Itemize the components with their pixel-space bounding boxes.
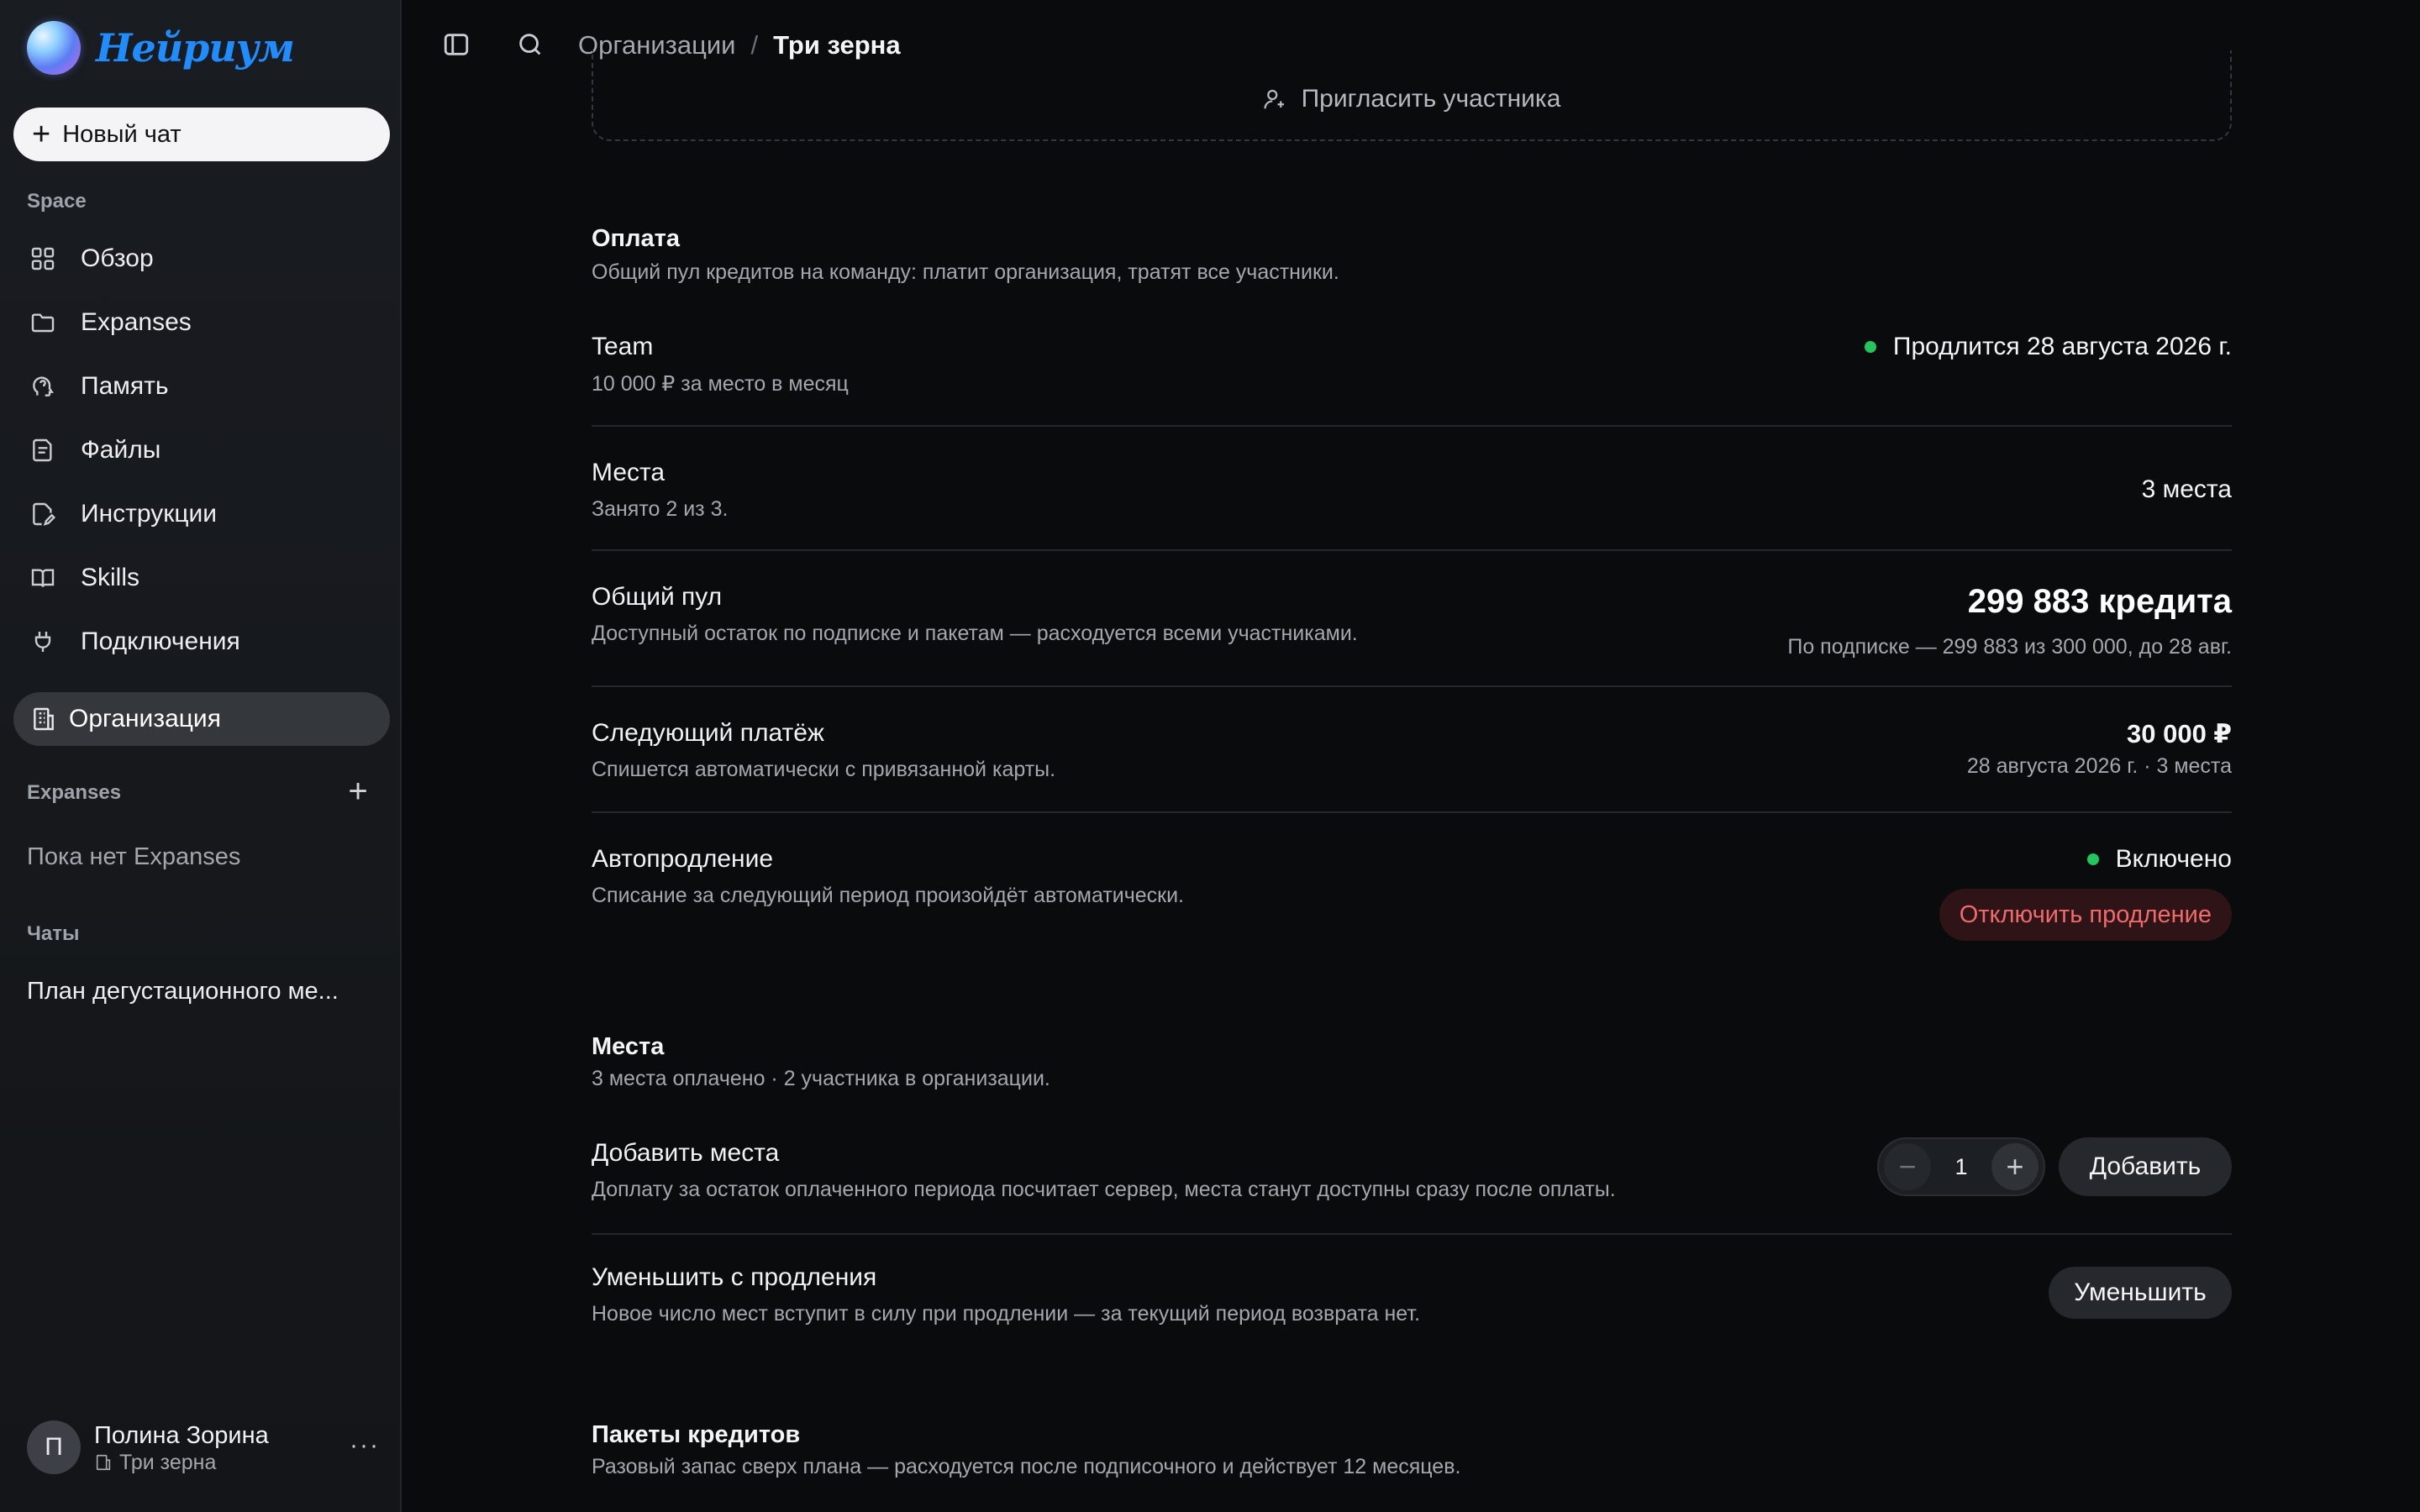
sidebar-item-connections[interactable]: Подключения (27, 617, 380, 667)
avatar: П (27, 1420, 81, 1474)
sidebar-item-memory[interactable]: Память (27, 361, 380, 412)
sidebar-item-overview[interactable]: Обзор (27, 234, 380, 284)
divider (592, 685, 2232, 687)
next-payment-title: Следующий платёж (592, 719, 825, 747)
seats-count: 3 места (2141, 475, 2232, 503)
packages-title: Пакеты кредитов (592, 1421, 801, 1448)
sidebar: Нейриум + Новый чат Space Обзор Expanses… (0, 0, 402, 1512)
plan-price: 10 000 ₽ за место в месяц (592, 372, 849, 396)
quantity-value[interactable]: 1 (1954, 1154, 1967, 1180)
user-name: Полина Зорина (94, 1421, 269, 1449)
next-payment-amount: 30 000 ₽ (2127, 719, 2232, 748)
plug-icon (27, 626, 59, 658)
more-options-icon[interactable]: ··· (350, 1431, 380, 1460)
main-content: Пригласить участника Оплата Общий пул кр… (592, 0, 2232, 1512)
invite-member-button[interactable]: Пригласить участника (592, 50, 2232, 141)
next-payment-note: 28 августа 2026 г. · 3 места (1966, 754, 2232, 778)
user-org-label: Три зерна (119, 1450, 217, 1474)
disable-renewal-button[interactable]: Отключить продление (1939, 889, 2232, 941)
sidebar-item-organization[interactable]: Организация (13, 692, 390, 746)
seats-section-subtitle: 3 места оплачено · 2 участника в организ… (592, 1067, 1050, 1090)
pool-credits: 299 883 кредита (1967, 583, 2232, 620)
sidebar-item-label: Skills (81, 564, 140, 591)
sidebar-item-files[interactable]: Файлы (27, 425, 380, 475)
autorenew-title: Автопродление (592, 845, 774, 873)
disable-renewal-wrap: Отключить продление (1939, 889, 2232, 941)
file-icon (27, 434, 59, 466)
sidebar-item-instructions[interactable]: Инструкции (27, 489, 380, 539)
new-chat-label: Новый чат (62, 120, 182, 148)
quantity-stepper: − 1 + (1877, 1137, 2045, 1196)
app-logo[interactable]: Нейриум (27, 20, 295, 76)
packages-subtitle: Разовый запас сверх плана — расходуется … (592, 1455, 1461, 1478)
payment-title: Оплата (592, 225, 680, 252)
seats-title: Места (592, 459, 666, 486)
next-payment-subtitle: Спишется автоматически с привязанной кар… (592, 758, 1056, 781)
decrement-button[interactable]: − (1884, 1143, 1931, 1190)
book-icon (27, 562, 59, 594)
building-icon (96, 1454, 111, 1471)
plan-status-text: Продлится 28 августа 2026 г. (1892, 333, 2232, 360)
sidebar-item-label: Обзор (81, 244, 154, 272)
autorenew-status: Включено (2086, 845, 2232, 874)
user-profile[interactable]: П Полина Зорина Три зерна ··· (27, 1420, 380, 1475)
add-user-icon (1263, 89, 1284, 109)
pool-title: Общий пул (592, 583, 723, 611)
add-seats-subtitle: Доплату за остаток оплаченного периода п… (592, 1178, 1616, 1201)
add-seats-title: Добавить места (592, 1139, 780, 1167)
add-seats-button[interactable]: Добавить (2059, 1137, 2232, 1196)
status-dot-icon (2086, 853, 2099, 865)
add-expanse-button[interactable]: + (343, 774, 373, 808)
divider (592, 1233, 2232, 1235)
sidebar-item-skills[interactable]: Skills (27, 553, 380, 603)
sidebar-item-label: Expanses (81, 308, 192, 336)
reduce-seats-title: Уменьшить с продления (592, 1263, 877, 1291)
pool-note: По подписке — 299 883 из 300 000, до 28 … (1787, 635, 2232, 659)
app-name: Нейриум (96, 25, 295, 71)
sidebar-item-label: Подключения (81, 627, 240, 655)
sidebar-item-label: Организация (69, 705, 221, 732)
new-chat-button[interactable]: + Новый чат (13, 108, 390, 161)
sidebar-item-expanses[interactable]: Expanses (27, 297, 380, 348)
sidebar-item-label: Память (81, 372, 169, 400)
folder-icon (27, 307, 59, 339)
expanses-empty-text: Пока нет Expanses (27, 843, 241, 870)
increment-button[interactable]: + (1991, 1143, 2039, 1190)
plan-title: Team (592, 333, 654, 360)
divider (592, 549, 2232, 551)
building-icon (34, 707, 54, 731)
reduce-seats-button[interactable]: Уменьшить (2049, 1267, 2232, 1319)
divider (592, 425, 2232, 427)
grid-icon (27, 243, 59, 275)
user-org: Три зерна (94, 1451, 269, 1475)
autorenew-subtitle: Списание за следующий период произойдёт … (592, 884, 1185, 907)
chat-item[interactable]: План дегустационного ме... (27, 978, 373, 1005)
divider (592, 811, 2232, 813)
brain-icon (27, 370, 59, 402)
autorenew-status-text: Включено (2115, 845, 2232, 873)
plan-status: Продлится 28 августа 2026 г. (1864, 333, 2232, 361)
status-dot-icon (1864, 341, 1876, 353)
plus-icon: + (32, 117, 51, 152)
sidebar-toggle-icon[interactable] (442, 30, 476, 64)
seats-occupied: Занято 2 из 3. (592, 497, 729, 521)
document-edit-icon (27, 498, 59, 530)
sidebar-item-label: Файлы (81, 436, 161, 464)
reduce-seats-subtitle: Новое число мест вступит в силу при прод… (592, 1302, 1421, 1326)
search-icon[interactable] (516, 30, 550, 64)
seats-section-title: Места (592, 1033, 665, 1060)
chats-section-label: Чаты (27, 922, 80, 945)
payment-subtitle: Общий пул кредитов на команду: платит ор… (592, 260, 1339, 284)
sidebar-item-label: Инструкции (81, 500, 218, 528)
pool-subtitle: Доступный остаток по подписке и пакетам … (592, 622, 1358, 645)
invite-label: Пригласить участника (1301, 85, 1561, 113)
logo-orb-icon (27, 21, 81, 75)
expanses-section-label: Expanses (27, 781, 122, 804)
space-section-label: Space (27, 190, 87, 213)
